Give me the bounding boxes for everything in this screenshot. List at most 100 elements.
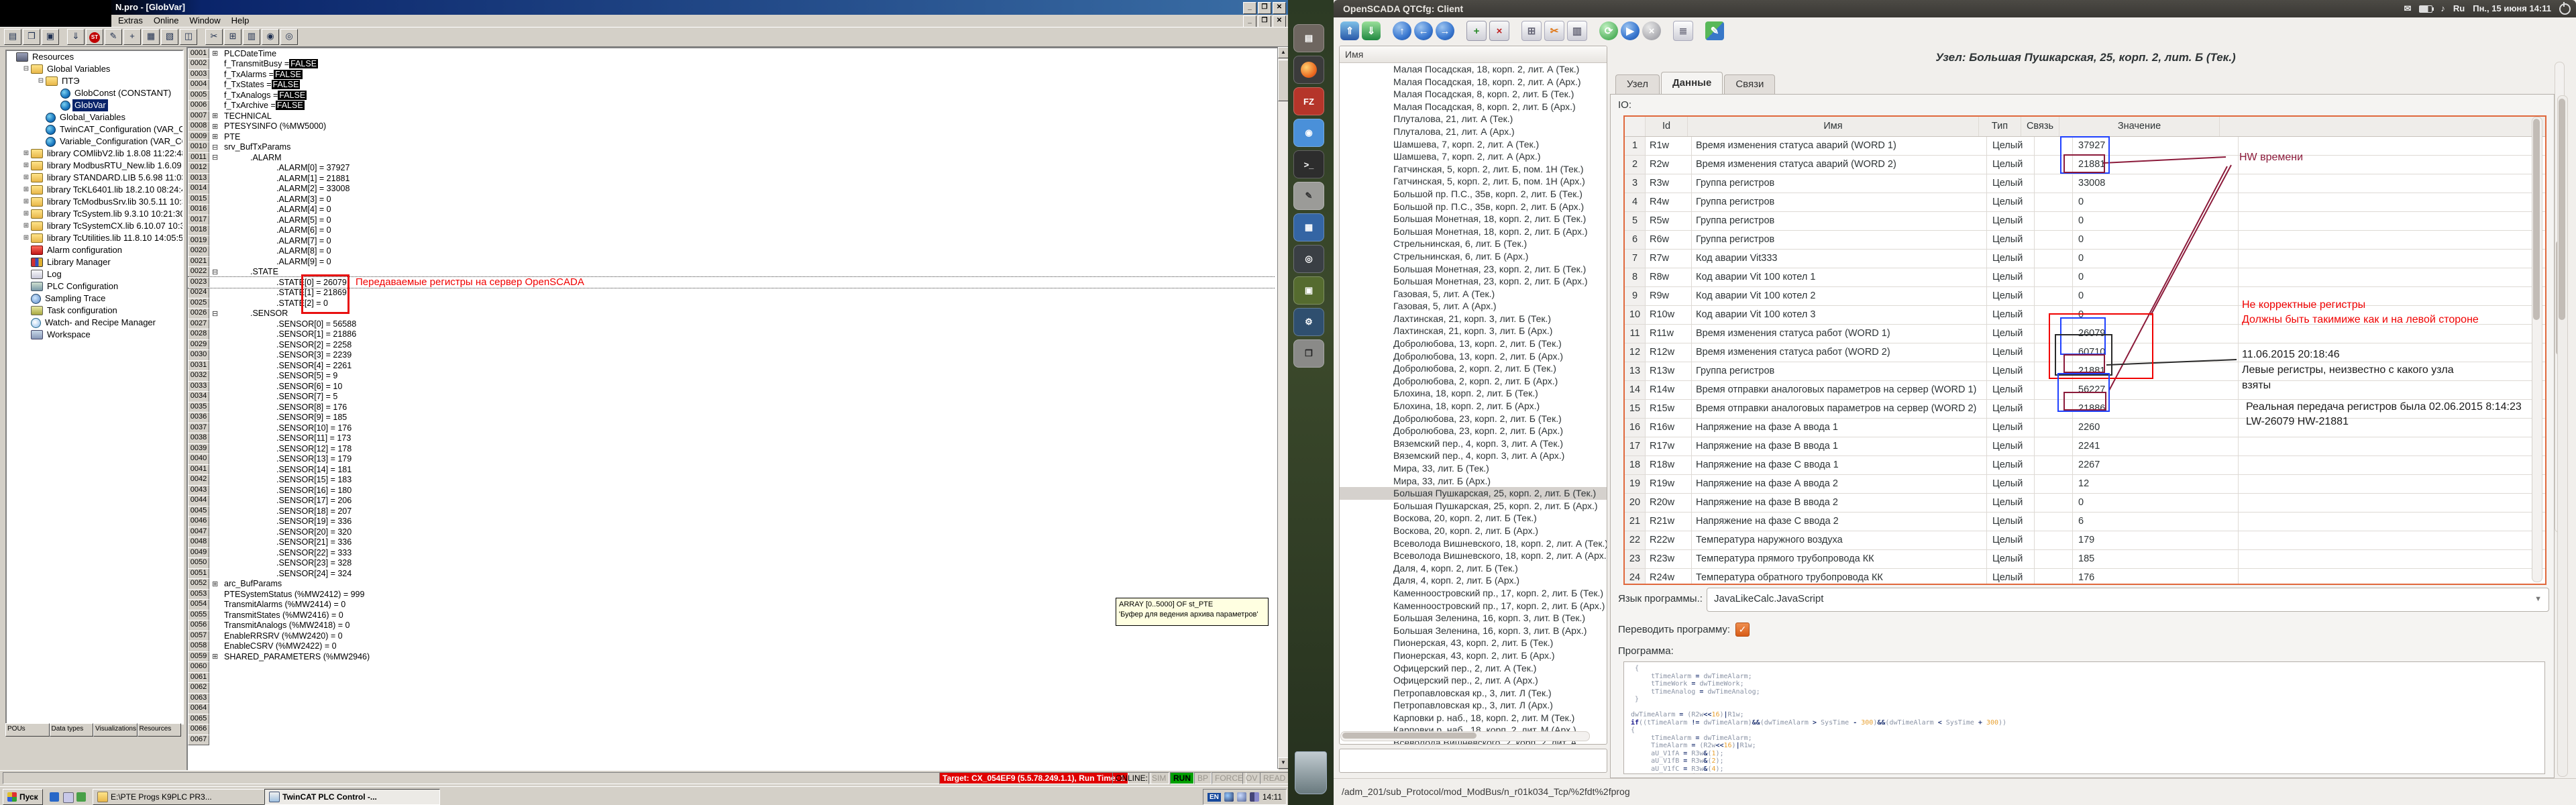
editor-line[interactable]: 0066	[188, 724, 1277, 735]
node-item[interactable]: Газовая, 5, лит. А (Тек.)	[1340, 288, 1607, 301]
editor-line[interactable]: 0011 ⊟ .ALARM	[188, 152, 1277, 163]
panel-scrollbar[interactable]	[2557, 95, 2568, 777]
tree-item[interactable]: ⊞ library TcModbusSrv.lib 30.5.11 10:34:…	[7, 196, 182, 208]
node-item[interactable]: Большая Зеленина, 16, корп. 3, лит. В (А…	[1340, 625, 1607, 637]
launcher-terminal-icon[interactable]: >_	[1293, 150, 1324, 178]
tree-item[interactable]: GlobConst (CONSTANT)	[7, 87, 182, 99]
table-row[interactable]: 8 R8w Код аварии Vit 100 котел 1 Целый 0	[1625, 268, 2545, 287]
editor-line[interactable]: 0054 TransmitAlarms (%MW2414) = 0	[188, 600, 1277, 610]
node-item[interactable]: Петропавловская кр., 3, лит. Л (Тек.)	[1340, 687, 1607, 700]
view-tab[interactable]: Resources	[138, 723, 182, 737]
expander-icon[interactable]: ⊞	[21, 172, 31, 184]
quicklaunch-desktop-icon[interactable]	[63, 792, 74, 803]
editor-line[interactable]: 0014 .ALARM[2] = 33008	[188, 184, 1277, 195]
line-expander-icon[interactable]: ⊞	[212, 49, 224, 58]
open-file-icon-icon[interactable]: ❒	[23, 29, 40, 45]
editor-line[interactable]: 0042 .SENSOR[15] = 183	[188, 475, 1277, 486]
node-item[interactable]: Шамшева, 7, корп. 2, лит. А (Тек.)	[1340, 138, 1607, 151]
editor-line[interactable]: 0051 .SENSOR[24] = 324	[188, 568, 1277, 579]
find-next-icon-icon[interactable]: ◎	[280, 29, 298, 45]
manual-icon[interactable]: ≣	[1673, 21, 1693, 41]
find-icon-icon[interactable]: ◉	[262, 29, 279, 45]
editor-line[interactable]: 0032 .SENSOR[5] = 9	[188, 371, 1277, 382]
table-row[interactable]: 13 R13w Группа регистров Целый 21881	[1625, 362, 2545, 381]
table-row[interactable]: 20 R20w Напряжение на фазе В ввода 2 Цел…	[1625, 494, 2545, 513]
menu-item[interactable]: Help	[226, 15, 255, 26]
add-doc-icon-icon[interactable]: +	[123, 29, 141, 45]
launcher-package-icon[interactable]: ▣	[1293, 276, 1324, 305]
editor-line[interactable]: 0062	[188, 683, 1277, 694]
tree-filter-field[interactable]	[1339, 749, 1607, 773]
node-item[interactable]: Воскова, 20, корп. 2, лит. Б (Арх.)	[1340, 525, 1607, 537]
openscada-titlebar[interactable]: OpenSCADA QTCfg: Client ✉ ♪ Ru Пн., 15 и…	[1334, 0, 2576, 17]
node-item[interactable]: Большая Монетная, 23, корп. 2, лит. Б (А…	[1340, 275, 1607, 288]
delete-item-icon[interactable]: ×	[1489, 21, 1509, 41]
tree-item[interactable]: Workspace	[7, 329, 182, 341]
node-item[interactable]: Шамшева, 7, корп. 2, лит. А (Арх.)	[1340, 150, 1607, 163]
tree-item[interactable]: PLC Configuration	[7, 280, 182, 292]
node-item[interactable]: Воскова, 20, корп. 2, лит. Б (Тек.)	[1340, 512, 1607, 525]
mdi-minimize-icon[interactable]: _	[1243, 15, 1256, 28]
table-row[interactable]: 9 R9w Код аварии Vit 100 котел 2 Целый 0	[1625, 287, 2545, 306]
table-row[interactable]: 3 R3w Группа регистров Целый 33008	[1625, 174, 2545, 193]
editor-line[interactable]: 0016 .ALARM[4] = 0	[188, 205, 1277, 215]
node-item[interactable]: Малая Посадская, 18, корп. 2, лит. А (Ар…	[1340, 76, 1607, 89]
mdi-close-icon[interactable]: ✕	[1273, 15, 1286, 28]
node-item[interactable]: Добролюбова, 13, корп. 2, лит. Б (Тек.)	[1340, 337, 1607, 350]
tree-item[interactable]: ⊞ library STANDARD.LIB 5.6.98 11:03:02: …	[7, 172, 182, 184]
launcher-filezilla-icon[interactable]: FZ	[1293, 87, 1324, 115]
tree-item[interactable]: Library Manager	[7, 256, 182, 268]
launcher-camera-icon[interactable]: ◎	[1293, 245, 1324, 273]
expander-icon[interactable]: ⊞	[21, 184, 31, 196]
launcher-files-icon[interactable]: ▤	[1293, 24, 1324, 52]
editor-line[interactable]: 0039 .SENSOR[12] = 178	[188, 443, 1277, 454]
node-item[interactable]: Даля, 4, корп. 2, лит. Б (Арх.)	[1340, 574, 1607, 587]
keyboard-layout-indicator[interactable]: EN	[1208, 793, 1221, 802]
editor-line[interactable]: 0055 TransmitStates (%MW2416) = 0	[188, 610, 1277, 621]
tree-item[interactable]: ⊟ Global Variables	[7, 63, 182, 75]
node-item[interactable]: Гатчинская, 5, корп. 2, лит. Б, пом. 1Н …	[1340, 163, 1607, 176]
node-item[interactable]: Даля, 4, корп. 2, лит. Б (Тек.)	[1340, 562, 1607, 575]
node-item[interactable]: Каменноостровский пр., 17, корп. 2, лит.…	[1340, 587, 1607, 600]
table-row[interactable]: 5 R5w Группа регистров Целый 0	[1625, 212, 2545, 231]
node-item[interactable]: Карповки р. наб., 18, корп. 2, лит. М (Т…	[1340, 712, 1607, 724]
line-expander-icon[interactable]: ⊞	[212, 132, 224, 141]
tray-globe-icon[interactable]	[1224, 792, 1234, 802]
node-item[interactable]: Стрельнинская, 6, лит. Б (Тек.)	[1340, 237, 1607, 250]
editor-line[interactable]: 0024 .STATE[1] = 21869	[188, 288, 1277, 299]
table-row[interactable]: 19 R19w Напряжение на фазе А ввода 2 Цел…	[1625, 475, 2545, 494]
editor-line[interactable]: 0037 .SENSOR[10] = 176	[188, 423, 1277, 433]
table-row[interactable]: 18 R18w Напряжение на фазе С ввода 1 Цел…	[1625, 456, 2545, 475]
node-item[interactable]: Добролюбова, 23, корп. 2, лит. Б (Арх.)	[1340, 425, 1607, 437]
node-item[interactable]: Вяземский пер., 4, корп. 3, лит. А (Арх.…	[1340, 449, 1607, 462]
table-row[interactable]: 7 R7w Код аварии Vit333 Целый 0	[1625, 250, 2545, 268]
table-row[interactable]: 6 R6w Группа регистров Целый 0	[1625, 231, 2545, 250]
expander-icon[interactable]: ⊞	[21, 148, 31, 160]
editor-line[interactable]: 0063	[188, 693, 1277, 704]
cut-icon[interactable]: ✂	[1544, 21, 1564, 41]
editor-line[interactable]: 0006 f_TxArchive = FALSE	[188, 101, 1277, 111]
editor-line[interactable]: 0061	[188, 672, 1277, 683]
refresh-icon[interactable]: ⟳	[1599, 21, 1618, 40]
editor-line[interactable]: 0013 .ALARM[1] = 21881	[188, 173, 1277, 184]
editor-line[interactable]: 0003 f_TxAlarms = FALSE	[188, 69, 1277, 80]
tree-item[interactable]: Resources	[7, 51, 182, 63]
node-item[interactable]: Гатчинская, 5, корп. 2, лит. Б, пом. 1Н …	[1340, 175, 1607, 188]
launcher-browser-icon[interactable]: ◉	[1293, 119, 1324, 147]
editor-line[interactable]: 0004 f_TxStates = FALSE	[188, 80, 1277, 91]
panel-clock[interactable]: Пн., 15 июня 14:11	[2473, 0, 2551, 17]
tree-item[interactable]: ⊞ library COMlibV2.lib 1.8.08 11:22:48: …	[7, 148, 182, 160]
node-item[interactable]: Пионерская, 43, корп. 2, лит. Б (Арх.)	[1340, 649, 1607, 662]
eraser-icon-icon[interactable]: ✎	[105, 29, 122, 45]
editor-line[interactable]: 0049 .SENSOR[22] = 333	[188, 547, 1277, 558]
editor-line[interactable]: 0058 EnableCSRV (%MW2422) = 0	[188, 641, 1277, 652]
editor-line[interactable]: 0007 ⊞ TECHNICAL	[188, 111, 1277, 121]
stop-icon[interactable]: ×	[1642, 21, 1661, 40]
node-item[interactable]: Лахтинская, 21, корп. 3, лит. Б (Арх.)	[1340, 325, 1607, 337]
line-expander-icon[interactable]: ⊞	[212, 111, 224, 120]
tree-column-header[interactable]: Имя	[1340, 46, 1607, 63]
editor-line[interactable]: 0048 .SENSOR[21] = 336	[188, 537, 1277, 548]
editor-line[interactable]: 0047 .SENSOR[20] = 320	[188, 527, 1277, 537]
tree-item[interactable]: Variable_Configuration (VAR_CONFIG)	[7, 136, 182, 148]
editor-scrollbar[interactable]: ▲ ▼	[1277, 47, 1289, 769]
